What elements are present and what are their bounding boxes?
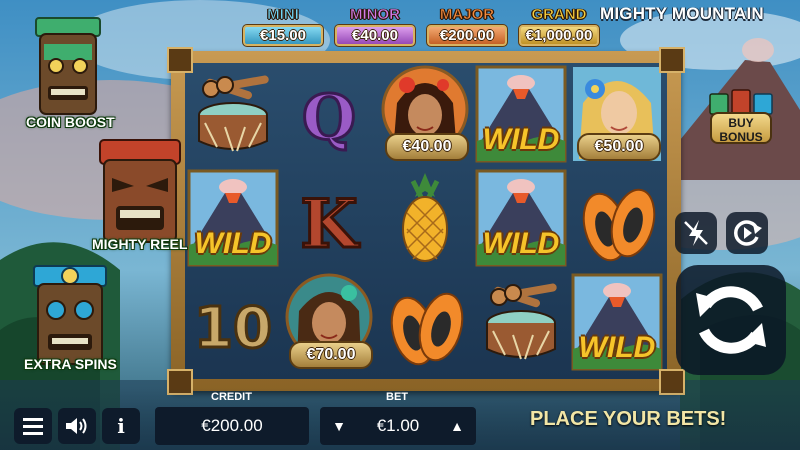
wild-label: WILD [482,227,560,260]
red-tiki-mask-icon [99,139,181,243]
reel-cell-girl-brunette: €70.00 [281,271,377,373]
coin-value-70: €70.00 [289,341,373,369]
papaya-icon [582,188,656,262]
reel-cell-papaya [569,167,665,269]
turbo-button[interactable] [675,212,717,254]
info-icon: i [117,414,125,438]
reel-cell-wild: WILD [185,167,281,269]
jackpot-major: MAJOR €200.00 [424,6,510,47]
papaya-icon [390,292,464,366]
jackpot-mini-value: €15.00 [260,27,306,44]
jackpot-minor-value: €40.00 [352,27,398,44]
bet-increase-button[interactable]: ▲ [442,407,472,445]
reel-cell-wild: WILD [569,271,665,373]
speaker-icon [66,418,87,434]
credit-display: €200.00 [155,407,309,445]
buy-bonus-line2: BONUS [719,130,763,144]
letter-q-glyph: Q [302,81,356,154]
reel-cell-pineapple [377,167,473,269]
bet-value: €1.00 [376,416,420,435]
bet-label: BET [386,391,408,403]
letter-q-icon: Q [300,80,357,156]
reel-cell-wild: WILD [473,167,569,269]
bet-selector: ▼ €1.00 ▲ [320,407,476,445]
mighty-reel-feature: MIGHTY REEL [90,136,190,260]
autoplay-icon [734,220,762,246]
autoplay-button[interactable] [726,212,768,254]
letter-k-icon: K [299,184,362,265]
jackpot-grand: GRAND €1,000.00 [516,6,602,47]
wild-label: WILD [578,331,656,364]
spin-button[interactable] [676,265,786,375]
jackpot-minor-name: MINOR [350,6,401,24]
game-title: MIGHTY MOUNTAIN [600,4,764,23]
reel-cell-q: Q [281,63,377,165]
wild-label: WILD [482,123,560,156]
drum-icon [486,283,557,360]
credit-value: €200.00 [201,416,263,435]
coin-boost-label: COIN BOOST [26,114,115,130]
reel-frame: Q €40.00 WILD €50.00 WILD K WILD 10 €70.… [167,47,685,395]
reel-cell-ten: 10 [185,271,281,373]
reel-cell-drum [185,63,281,165]
extra-spins-label: EXTRA SPINS [24,356,117,372]
pineapple-icon [402,173,448,262]
lightning-off-icon [684,220,708,246]
jackpot-major-name: MAJOR [439,6,495,24]
drum-icon [198,75,269,152]
buy-bonus-button[interactable]: BUY BONUS [706,88,776,148]
letter-k-glyph: K [300,185,360,263]
reel-cell-girl-blonde: €50.00 [569,63,665,165]
reel-cell-k: K [281,167,377,269]
status-message: PLACE YOUR BETS! [530,408,727,430]
credit-label: CREDIT [211,391,252,403]
reel-grid: Q €40.00 WILD €50.00 WILD K WILD 10 €70.… [185,63,667,379]
jackpot-grand-name: GRAND [531,6,587,24]
refresh-arrows-icon [696,286,766,354]
jackpot-major-value: €200.00 [439,27,495,44]
buy-bonus-line1: BUY [728,116,754,130]
coin-boost-feature: COIN BOOST [18,14,118,134]
buy-bonus-label: BUY BONUS [710,112,772,144]
mighty-reel-label: MIGHTY REEL [92,236,188,252]
jackpot-grand-value: €1,000.00 [525,27,593,44]
reel-cell-papaya [377,271,473,373]
reel-cell-girl-red: €40.00 [377,63,473,165]
number-ten-icon: 10 [193,295,274,363]
jackpot-minor: MINOR €40.00 [332,6,418,47]
jackpot-mini-name: MINI [267,6,299,24]
reel-cell-wild: WILD [473,63,569,165]
coin-value-50: €50.00 [577,133,661,161]
frame-corner-ornament [659,47,685,73]
hamburger-menu-icon [23,418,43,435]
bet-decrease-button[interactable]: ▼ [324,407,354,445]
wild-label: WILD [194,227,272,260]
frame-corner-ornament [167,47,193,73]
number-ten-glyph: 10 [194,296,272,361]
menu-button[interactable] [14,408,52,444]
info-button[interactable]: i [102,408,140,444]
sound-button[interactable] [58,408,96,444]
coin-value-40: €40.00 [385,133,469,161]
extra-spins-feature: EXTRA SPINS [20,262,120,382]
reel-cell-drum [473,271,569,373]
jackpot-mini: MINI €15.00 [240,6,326,47]
